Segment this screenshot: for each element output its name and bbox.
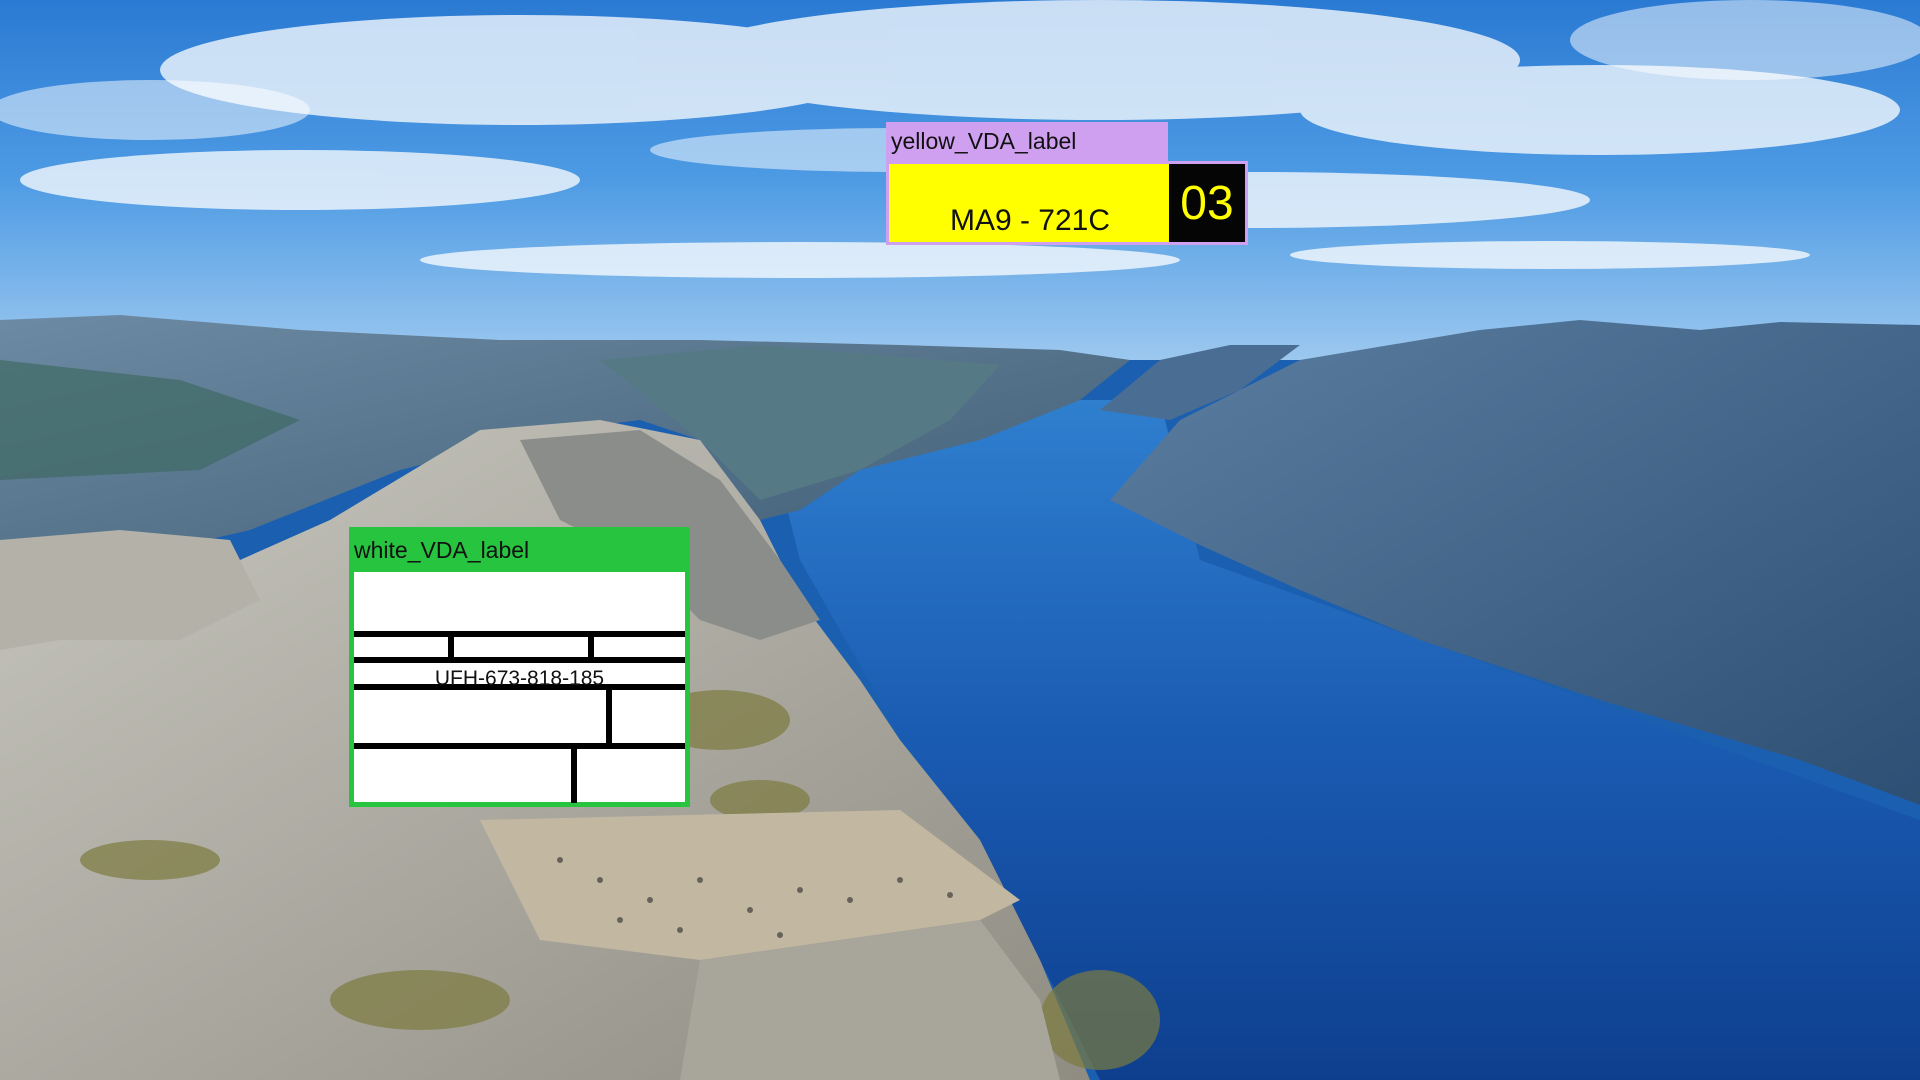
- white-vda-label: UFH-673-818-185: [349, 567, 690, 807]
- white-vda-label-tag: white_VDA_label: [349, 527, 690, 567]
- label-grid-line: [588, 631, 594, 663]
- yellow-vda-label-tag: yellow_VDA_label: [886, 122, 1168, 161]
- yellow-label-number: 03: [1169, 164, 1245, 242]
- label-grid-line: [354, 631, 685, 637]
- yellow-label-code: MA9 - 721C: [949, 204, 1111, 237]
- yellow-vda-label: MA9 - 721C 03: [886, 161, 1248, 245]
- label-grid-line: [606, 684, 612, 749]
- label-grid-line: [448, 631, 454, 663]
- label-grid-line: [354, 657, 685, 663]
- white-label-code: UFH-673-818-185: [434, 667, 605, 690]
- label-grid-line: [571, 743, 577, 803]
- label-grid-line: [354, 743, 685, 749]
